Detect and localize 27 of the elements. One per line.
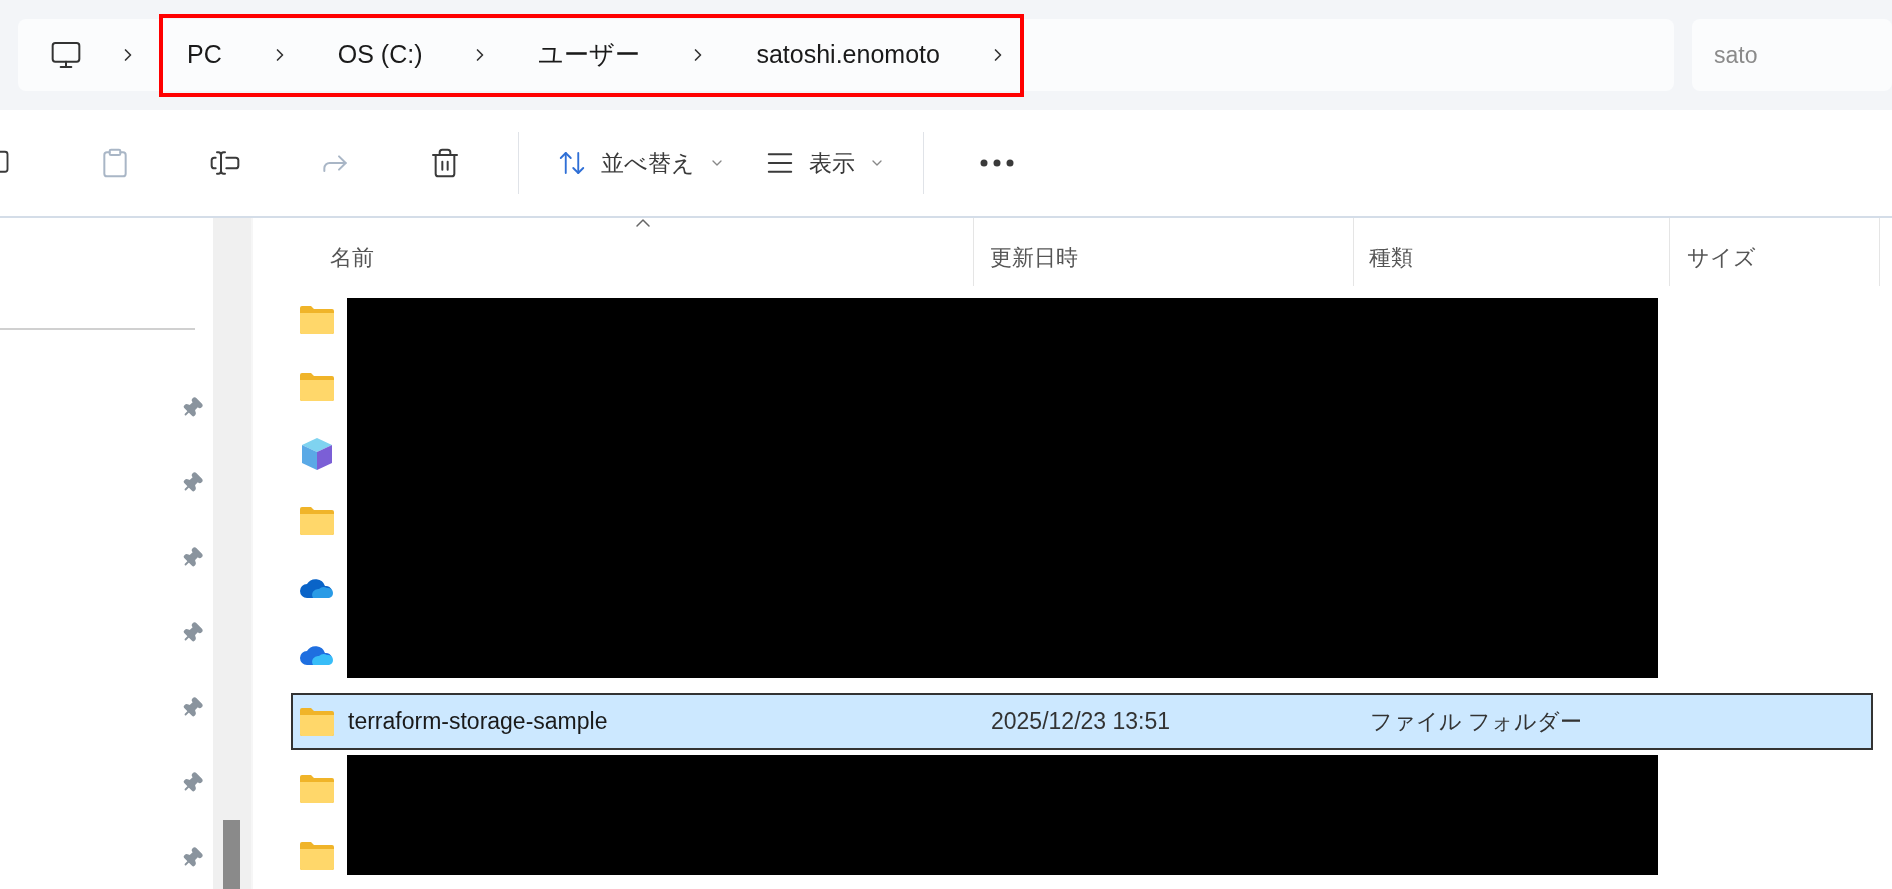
breadcrumb-item[interactable]: ユーザー	[538, 36, 641, 74]
folder-icon	[299, 505, 335, 536]
toolbar-menu-button[interactable]: 表示	[745, 133, 905, 193]
breadcrumb-item[interactable]: PC	[187, 36, 222, 74]
folder-icon	[299, 706, 335, 737]
folder-icon	[299, 773, 335, 804]
trash-icon	[429, 147, 461, 179]
cube-icon	[299, 435, 335, 472]
column-heading[interactable]: 名前	[330, 230, 374, 274]
file-name: terraform-storage-sample	[348, 707, 608, 737]
folder-icon	[299, 840, 335, 871]
search-field[interactable]: sato	[1692, 19, 1892, 91]
scrollbar-thumb[interactable]	[223, 820, 240, 889]
file-row[interactable]: terraform-storage-sample 2025/12/23 13:51 ファイル フォルダー	[291, 693, 1873, 750]
file-type: ファイル フォルダー	[1370, 709, 1583, 734]
this-pc-button[interactable]	[50, 39, 82, 71]
folder-icon	[299, 371, 335, 402]
breadcrumb-item[interactable]: OS (C:)	[337, 36, 423, 74]
column-heading[interactable]: サイズ	[1687, 230, 1756, 274]
breadcrumb-item[interactable]: satoshi.enomoto	[756, 36, 940, 74]
modified-date: 2025/12/23 13:51	[991, 708, 1171, 735]
toolbar-menu-button[interactable]: 並べ替え	[537, 133, 745, 193]
column-heading[interactable]: 種類	[1369, 230, 1413, 274]
more-icon	[980, 159, 1014, 167]
column-heading[interactable]: 更新日時	[990, 230, 1078, 274]
folder-icon	[299, 304, 335, 335]
monitor-icon	[50, 39, 82, 71]
